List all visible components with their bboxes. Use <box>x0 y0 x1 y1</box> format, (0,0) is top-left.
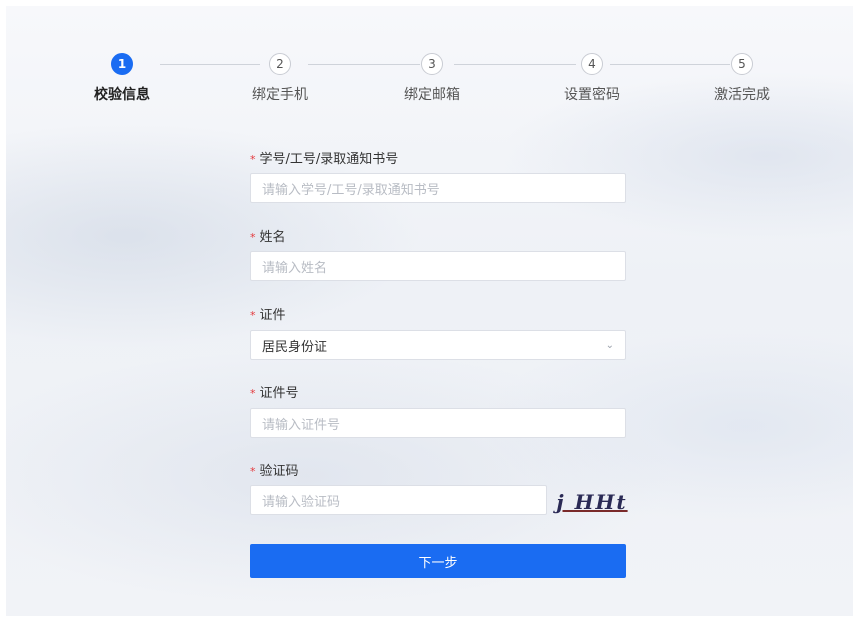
captcha-placeholder: 请输入验证码 <box>262 494 341 510</box>
id-number-label: * 学号/工号/录取通知书号 <box>250 148 398 167</box>
progress-steps: 1 校验信息 2 绑定手机 3 绑定邮箱 4 设置密码 5 激活完成 <box>6 53 853 123</box>
doc-type-label-text: 证件 <box>259 308 286 323</box>
step-label: 激活完成 <box>714 87 770 103</box>
step-label: 绑定邮箱 <box>404 87 460 103</box>
required-mark: * <box>250 153 256 166</box>
step-label: 绑定手机 <box>252 87 308 103</box>
step-3: 3 绑定邮箱 <box>372 53 492 104</box>
id-number-input[interactable]: 请输入学号/工号/录取通知书号 <box>250 173 626 203</box>
chevron-down-icon: ⌄ <box>605 339 614 351</box>
doc-number-input[interactable]: 请输入证件号 <box>250 408 626 438</box>
step-number: 3 <box>421 53 443 75</box>
doc-type-select[interactable]: 居民身份证 ⌄ <box>250 330 626 360</box>
name-label-text: 姓名 <box>259 230 286 245</box>
doc-type-label: * 证件 <box>250 304 286 323</box>
doc-type-value: 居民身份证 <box>262 339 328 355</box>
step-number: 5 <box>731 53 753 75</box>
required-mark: * <box>250 309 256 322</box>
step-1: 1 校验信息 <box>62 53 182 104</box>
step-2: 2 绑定手机 <box>220 53 340 104</box>
captcha-input[interactable]: 请输入验证码 <box>250 485 547 515</box>
step-number: 4 <box>581 53 603 75</box>
name-input[interactable]: 请输入姓名 <box>250 251 626 281</box>
required-mark: * <box>250 465 256 478</box>
doc-number-label: * 证件号 <box>250 382 299 401</box>
captcha-label-text: 验证码 <box>259 464 299 479</box>
id-number-placeholder: 请输入学号/工号/录取通知书号 <box>262 182 440 198</box>
activation-card: 1 校验信息 2 绑定手机 3 绑定邮箱 4 设置密码 5 激活完成 * 学号/工… <box>6 6 853 616</box>
step-number: 1 <box>111 53 133 75</box>
step-number: 2 <box>269 53 291 75</box>
id-number-label-text: 学号/工号/录取通知书号 <box>259 152 399 167</box>
name-label: * 姓名 <box>250 226 286 245</box>
captcha-image[interactable]: j HHt <box>556 488 628 516</box>
step-4: 4 设置密码 <box>532 53 652 104</box>
required-mark: * <box>250 387 256 400</box>
doc-number-placeholder: 请输入证件号 <box>262 417 341 433</box>
required-mark: * <box>250 231 256 244</box>
step-5: 5 激活完成 <box>682 53 802 104</box>
doc-number-label-text: 证件号 <box>259 386 299 401</box>
captcha-label: * 验证码 <box>250 460 299 479</box>
step-label: 设置密码 <box>564 87 620 103</box>
next-step-button[interactable]: 下一步 <box>250 544 626 578</box>
name-placeholder: 请输入姓名 <box>262 260 328 276</box>
step-label: 校验信息 <box>94 87 150 103</box>
